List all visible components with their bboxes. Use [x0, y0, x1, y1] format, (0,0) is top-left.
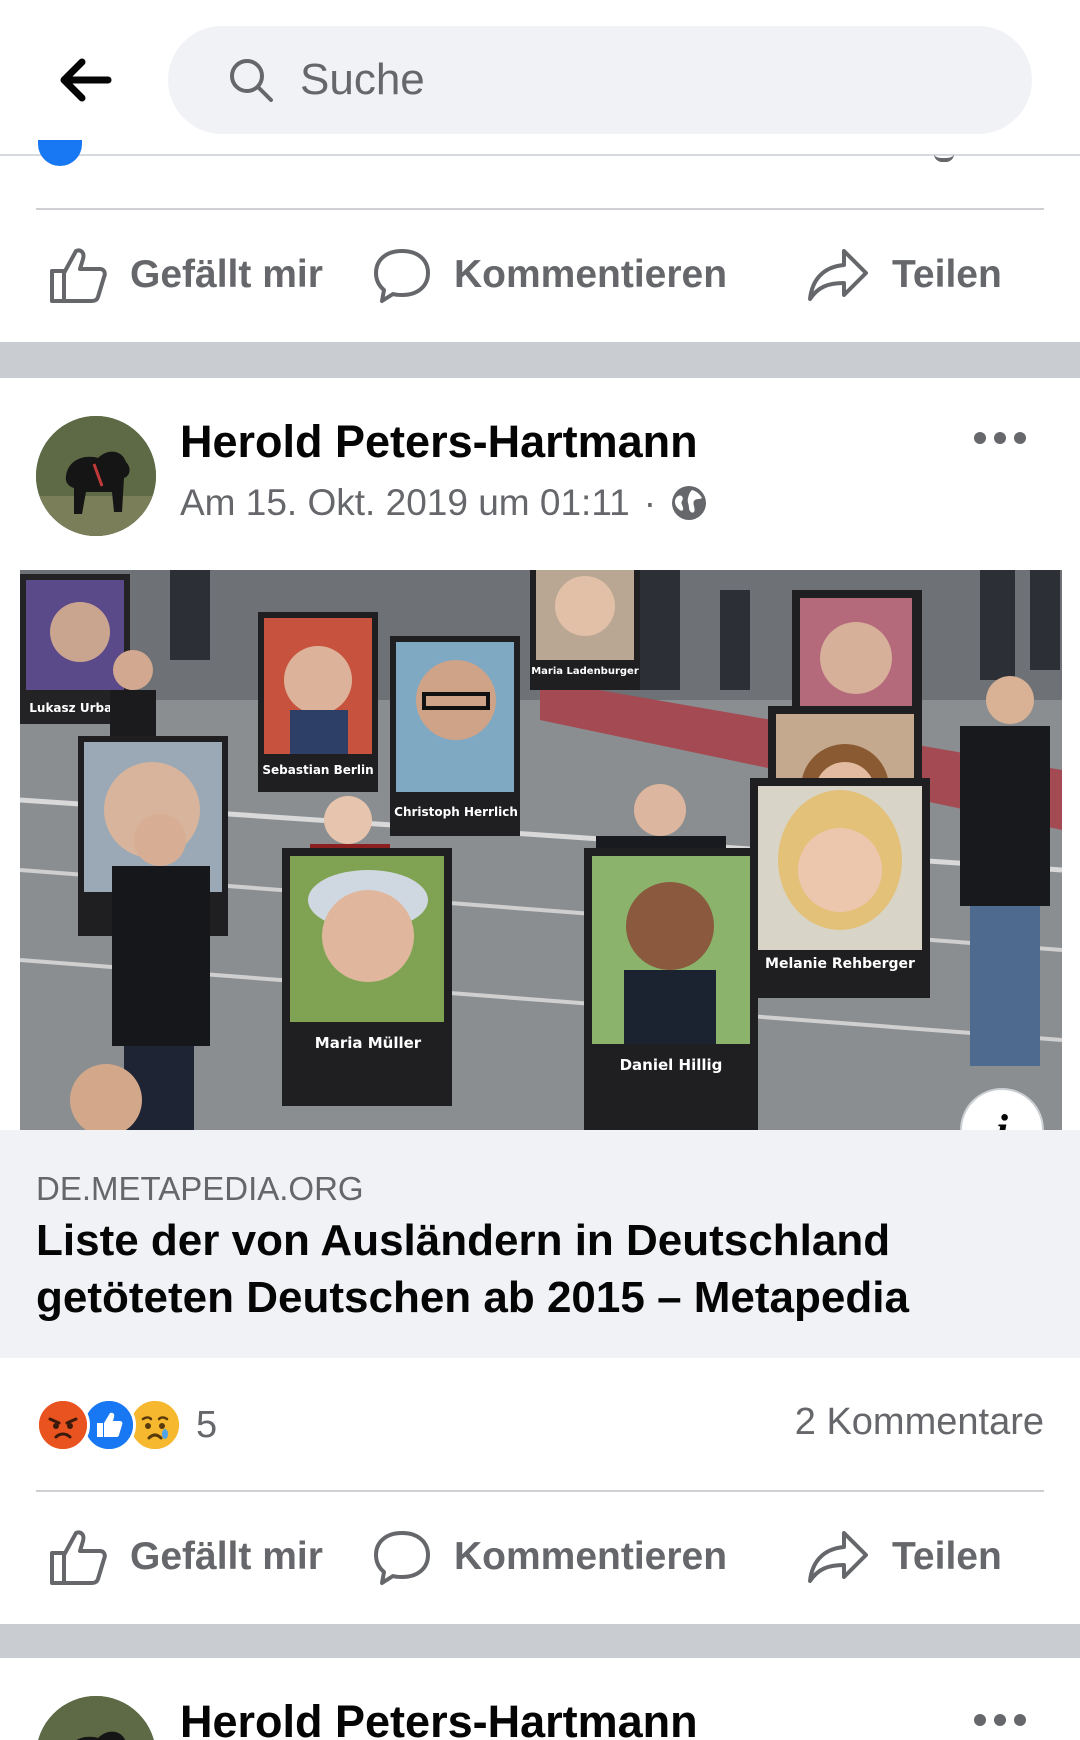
search-input[interactable]: [300, 26, 1000, 134]
dog-photo: [36, 1696, 156, 1740]
like-reaction-icon: [82, 1398, 136, 1452]
like-button[interactable]: Gefällt mir: [48, 1492, 323, 1622]
previous-post-avatar: [38, 140, 82, 166]
svg-text:Maria Ladenburger: Maria Ladenburger: [531, 666, 639, 677]
thumbs-up-icon: [50, 1530, 107, 1585]
comment-button[interactable]: Kommentieren: [372, 210, 727, 340]
like-label: Gefällt mir: [130, 253, 323, 296]
protest-photo: Lukasz Urban Sebastian Berlin Christoph …: [20, 570, 1062, 1130]
previous-post-text-fragment: [934, 150, 954, 162]
globe-icon: [672, 486, 707, 520]
reactions-summary[interactable]: 5: [36, 1398, 217, 1452]
sad-reaction-icon: [128, 1398, 182, 1452]
angry-reaction-icon: [36, 1398, 90, 1452]
like-label: Gefällt mir: [130, 1535, 323, 1578]
post-author-name[interactable]: Herold Peters-Hartmann: [180, 416, 698, 468]
share-label: Teilen: [892, 1535, 1002, 1578]
next-post-more-options-icon[interactable]: [968, 1700, 1032, 1740]
svg-text:Lukasz Urban: Lukasz Urban: [29, 701, 120, 715]
back-arrow-icon[interactable]: [50, 50, 120, 110]
comment-icon: [374, 249, 430, 303]
svg-text:Melanie Rehberger: Melanie Rehberger: [765, 956, 915, 972]
share-icon: [808, 249, 868, 301]
link-domain: DE.METAPEDIA.ORG: [36, 1170, 364, 1207]
reaction-count: 5: [196, 1403, 218, 1446]
comments-count[interactable]: 2 Kommentare: [795, 1401, 1044, 1444]
post-timestamp[interactable]: Am 15. Okt. 2019 um 01:11: [180, 482, 630, 524]
share-icon: [808, 1531, 868, 1583]
post-action-bar: Gefällt mir Kommentieren Teilen: [0, 1492, 1080, 1622]
top-bar: [0, 0, 1080, 156]
thumbs-up-icon: [50, 248, 107, 303]
post-separator: [0, 342, 1080, 378]
svg-text:Sebastian Berlin: Sebastian Berlin: [262, 763, 373, 777]
next-post-author-name[interactable]: Herold Peters-Hartmann: [180, 1696, 698, 1740]
link-title: Liste der von Ausländern in Deutschland …: [36, 1216, 909, 1322]
svg-text:Christoph Herrlich: Christoph Herrlich: [394, 805, 518, 819]
comment-button[interactable]: Kommentieren: [372, 1492, 727, 1622]
post-meta: Am 15. Okt. 2019 um 01:11 ·: [180, 482, 708, 524]
comment-label: Kommentieren: [454, 1535, 728, 1578]
author-avatar[interactable]: [36, 416, 156, 536]
comment-label: Kommentieren: [454, 253, 728, 296]
share-label: Teilen: [892, 253, 1002, 296]
comment-icon: [374, 1531, 430, 1585]
link-preview-image[interactable]: Lukasz Urban Sebastian Berlin Christoph …: [20, 570, 1062, 1130]
dog-photo: [36, 416, 156, 536]
more-options-icon[interactable]: [968, 418, 1032, 458]
meta-separator: ·: [643, 482, 657, 523]
svg-text:Maria Müller: Maria Müller: [315, 1034, 422, 1052]
share-button[interactable]: Teilen: [806, 210, 1002, 340]
previous-post-action-bar: Gefällt mir Kommentieren Teilen: [0, 210, 1080, 340]
link-preview[interactable]: DE.METAPEDIA.ORG Liste der von Ausländer…: [0, 1130, 1080, 1358]
like-button[interactable]: Gefällt mir: [48, 210, 323, 340]
search-bar[interactable]: [168, 26, 1032, 134]
search-icon: [226, 55, 276, 105]
share-button[interactable]: Teilen: [806, 1492, 1002, 1622]
svg-text:Daniel Hillig: Daniel Hillig: [620, 1056, 723, 1074]
next-post-author-avatar[interactable]: [36, 1696, 156, 1740]
post-separator: [0, 1624, 1080, 1658]
